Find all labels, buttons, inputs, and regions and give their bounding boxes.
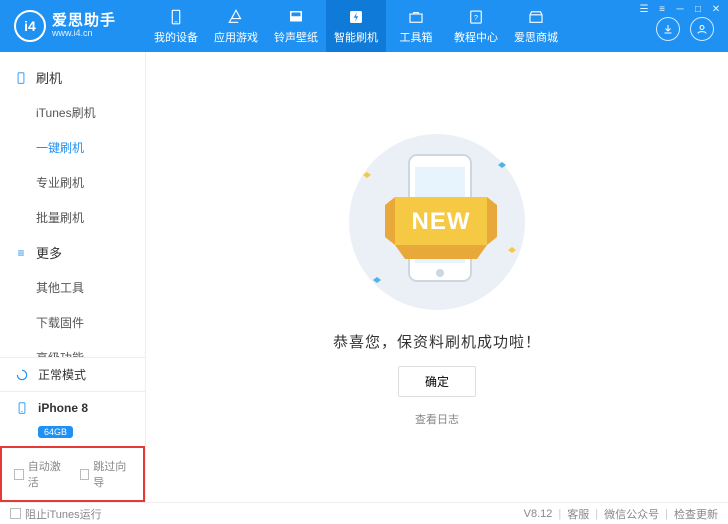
sidebar-item-advanced[interactable]: 高级功能 [0, 340, 145, 357]
menu-lines-icon: ≡ [14, 246, 28, 260]
sidebar-group-flash[interactable]: 刷机 [0, 60, 145, 95]
sidebar-group-more[interactable]: ≡ 更多 [0, 235, 145, 270]
mode-row[interactable]: 正常模式 [0, 358, 145, 391]
menu-icon[interactable]: ≡ [656, 3, 668, 15]
success-illustration: NEW [337, 127, 537, 317]
music-icon [287, 8, 305, 26]
nav-store[interactable]: 爱思商城 [506, 0, 566, 52]
checkbox-row-highlight: 自动激活 跳过向导 [0, 446, 145, 502]
minimize-icon[interactable]: ─ [674, 3, 686, 15]
update-link[interactable]: 检查更新 [674, 506, 718, 522]
support-link[interactable]: 客服 [567, 506, 589, 522]
checkbox-auto-activate[interactable]: 自动激活 [14, 458, 66, 490]
success-message: 恭喜您，保资料刷机成功啦！ [333, 331, 541, 352]
checkbox-block-itunes[interactable]: 阻止iTunes运行 [10, 506, 102, 522]
sidebar-item-oneclick-flash[interactable]: 一键刷机 [0, 130, 145, 165]
logo-area: i4 爱思助手 www.i4.cn [0, 10, 146, 42]
sidebar: 刷机 iTunes刷机 一键刷机 专业刷机 批量刷机 ≡ 更多 其他工具 下载固… [0, 52, 146, 502]
sidebar-bottom: 正常模式 iPhone 8 64GB 自动激活 跳过向导 [0, 357, 145, 502]
checkbox-skip-guide[interactable]: 跳过向导 [80, 458, 132, 490]
phone-outline-icon [14, 71, 28, 85]
close-icon[interactable]: ✕ [710, 3, 722, 15]
top-nav: 我的设备 应用游戏 铃声壁纸 智能刷机 工具箱 ? 教程中心 爱思商城 [146, 0, 656, 52]
maximize-icon[interactable]: □ [692, 3, 704, 15]
app-title: 爱思助手 [52, 13, 116, 30]
sidebar-item-batch-flash[interactable]: 批量刷机 [0, 200, 145, 235]
flash-icon [347, 8, 365, 26]
user-button[interactable] [690, 17, 714, 41]
apps-icon [227, 8, 245, 26]
wechat-link[interactable]: 微信公众号 [604, 506, 659, 522]
nav-tutorial[interactable]: ? 教程中心 [446, 0, 506, 52]
device-row[interactable]: iPhone 8 64GB [0, 391, 145, 446]
spinner-icon [14, 367, 30, 383]
window-controls: ☰ ≡ ─ □ ✕ [632, 0, 728, 14]
app-url: www.i4.cn [52, 29, 116, 39]
store-icon [527, 8, 545, 26]
ok-button[interactable]: 确定 [398, 366, 476, 397]
nav-apps[interactable]: 应用游戏 [206, 0, 266, 52]
svg-text:?: ? [474, 13, 478, 22]
download-button[interactable] [656, 17, 680, 41]
nav-smart-flash[interactable]: 智能刷机 [326, 0, 386, 52]
device-icon [167, 8, 185, 26]
nav-toolbox[interactable]: 工具箱 [386, 0, 446, 52]
logo-icon: i4 [14, 10, 46, 42]
header-right [656, 17, 728, 41]
version-label: V8.12 [524, 508, 553, 520]
sidebar-item-pro-flash[interactable]: 专业刷机 [0, 165, 145, 200]
view-log-link[interactable]: 查看日志 [415, 411, 459, 427]
app-header: i4 爱思助手 www.i4.cn 我的设备 应用游戏 铃声壁纸 智能刷机 工具… [0, 0, 728, 52]
phone-icon [14, 400, 30, 416]
sidebar-item-itunes-flash[interactable]: iTunes刷机 [0, 95, 145, 130]
nav-ringtone[interactable]: 铃声壁纸 [266, 0, 326, 52]
svg-text:NEW: NEW [412, 208, 471, 235]
main-content: NEW 恭喜您，保资料刷机成功啦！ 确定 查看日志 [146, 52, 728, 502]
storage-badge: 64GB [38, 426, 73, 438]
nav-my-device[interactable]: 我的设备 [146, 0, 206, 52]
sidebar-item-other-tools[interactable]: 其他工具 [0, 270, 145, 305]
status-bar: 阻止iTunes运行 V8.12 | 客服 | 微信公众号 | 检查更新 [0, 502, 728, 524]
shirt-icon[interactable]: ☰ [638, 3, 650, 15]
help-icon: ? [467, 8, 485, 26]
toolbox-icon [407, 8, 425, 26]
device-name: iPhone 8 [38, 401, 88, 415]
sidebar-item-download-firmware[interactable]: 下载固件 [0, 305, 145, 340]
